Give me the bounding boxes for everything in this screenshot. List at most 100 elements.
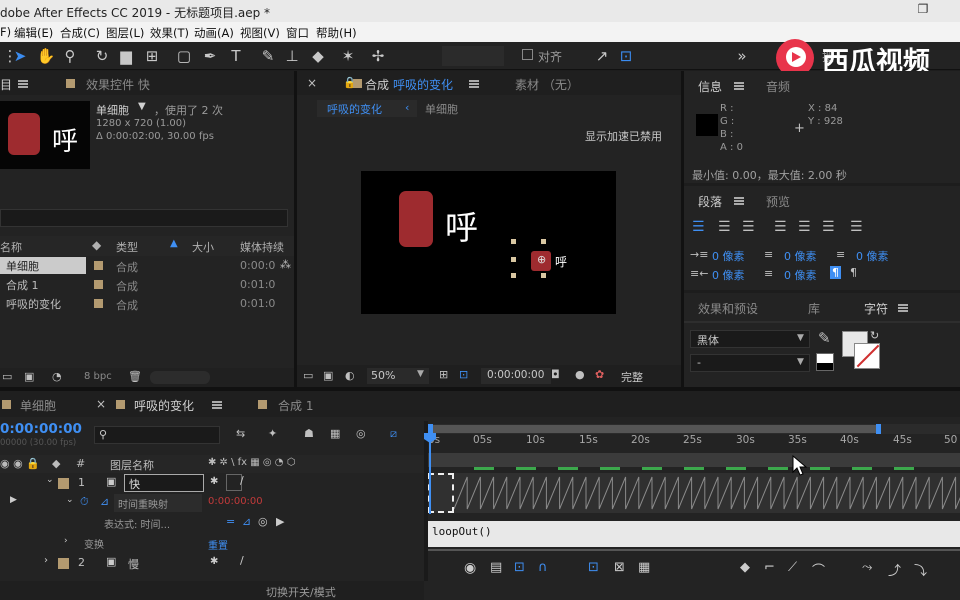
project-scrollbar[interactable] xyxy=(150,371,210,384)
list-item[interactable]: 呼吸的变化 合成 0:01:0 xyxy=(0,294,294,313)
expand-chevron-icon[interactable]: › xyxy=(64,536,68,546)
layer-label-color[interactable] xyxy=(58,478,69,489)
work-area-bar[interactable] xyxy=(428,424,960,434)
toggle-switches-modes[interactable]: 切换开关/模式 xyxy=(266,584,336,600)
table-row[interactable]: › 2 ▣ 慢 ✱ / xyxy=(0,553,424,573)
eyedropper-icon[interactable]: ✎ xyxy=(818,329,831,347)
col-media[interactable]: 媒体持续 xyxy=(240,239,284,255)
ltr-direction-icon[interactable]: ¶ xyxy=(830,266,841,279)
tab-paragraph[interactable]: 段落 xyxy=(698,193,722,210)
pan-behind-tool-icon[interactable]: ⊞ xyxy=(142,46,162,66)
preview-dropdown-icon[interactable]: ▼ xyxy=(138,101,146,112)
puppet-pin-tool-icon[interactable]: ✢ xyxy=(368,46,388,66)
tab-project[interactable]: 目 xyxy=(0,76,12,93)
flowchart-icon[interactable]: ⁂ xyxy=(280,258,291,271)
justify-center-icon[interactable]: ☰ xyxy=(798,219,811,235)
layer-name-column[interactable]: 图层名称 xyxy=(110,457,154,473)
graph-type-icon[interactable]: ▤ xyxy=(490,560,502,575)
toggle-transparency-icon[interactable]: ⊡ xyxy=(459,368,468,381)
keyframe-selection[interactable] xyxy=(428,473,454,513)
menu-file[interactable]: F) xyxy=(0,25,11,39)
layer-name[interactable]: 慢 xyxy=(128,556,139,572)
space-before-value[interactable]: 0 像素 xyxy=(784,248,817,264)
playhead[interactable] xyxy=(429,434,431,514)
comp-flow-icon[interactable]: ⇆ xyxy=(236,427,245,440)
interpret-icon[interactable]: ◔ xyxy=(52,370,62,383)
list-item[interactable]: 单细胞 合成 0:00:0 ⁂ xyxy=(0,256,294,275)
ease-in-icon[interactable]: ⤴ xyxy=(888,560,901,579)
layer-label-color[interactable] xyxy=(58,558,69,569)
motion-blur-icon[interactable]: ◎ xyxy=(356,427,366,440)
breadcrumb-active[interactable]: 呼吸的变化 xyxy=(327,101,382,117)
roto-brush-tool-icon[interactable]: ✶ xyxy=(338,46,358,66)
time-remap-graph[interactable] xyxy=(428,473,960,513)
language-menu-icon[interactable]: ▶ xyxy=(276,515,284,528)
restore-window-icon[interactable]: ❐ xyxy=(912,2,934,20)
draft-3d-icon[interactable]: ✦ xyxy=(268,427,277,440)
bpc-label[interactable]: 8 bpc xyxy=(84,371,112,382)
breadcrumb-child[interactable]: 单细胞 xyxy=(425,101,458,117)
time-remap-value[interactable]: 0:00:00:00 xyxy=(208,496,263,507)
expression-graph-icon[interactable]: ⊿ xyxy=(242,515,251,528)
zoom-tool-icon[interactable]: ⚲ xyxy=(60,46,80,66)
expand-chevron-icon[interactable]: ⌄ xyxy=(66,495,74,505)
close-tab-icon[interactable]: × xyxy=(96,397,106,411)
snap-feature-icon[interactable]: ⊡ xyxy=(616,46,636,66)
snap-checkbox[interactable] xyxy=(522,49,533,60)
menu-window[interactable]: 窗口 xyxy=(286,25,309,41)
label-tag-icon[interactable]: ◆ xyxy=(92,238,101,252)
expression-field[interactable]: loopOut() xyxy=(428,521,960,547)
mask-icon[interactable]: ◐ xyxy=(345,369,355,382)
clone-stamp-tool-icon[interactable]: ⊥ xyxy=(282,46,302,66)
sort-asc-icon[interactable]: ▲ xyxy=(170,238,178,249)
table-row[interactable]: ⌄ ⏱ ⊿ 时间重映射 0:00:00:00 ▶ xyxy=(0,493,424,513)
frame-blending-icon[interactable]: ▦ xyxy=(330,427,340,440)
justify-all-icon[interactable]: ☰ xyxy=(850,219,863,235)
comp-menu-icon[interactable] xyxy=(469,80,479,88)
play-arrow-icon[interactable]: ▶ xyxy=(10,495,17,505)
tab-effects-presets[interactable]: 效果和预设 xyxy=(698,300,758,317)
tab-footage[interactable]: 素材 （无） xyxy=(515,76,579,93)
col-name[interactable]: 名称 xyxy=(0,239,22,255)
expression-enable-icon[interactable]: = xyxy=(226,515,235,528)
table-row[interactable]: › 变换 重置 xyxy=(0,533,424,553)
ease-out-icon[interactable]: ⤵ xyxy=(914,560,927,579)
new-comp-icon[interactable]: ▣ xyxy=(24,370,34,383)
collapse-switch-icon[interactable]: ✱ xyxy=(210,556,218,567)
font-style-select[interactable]: - ▼ xyxy=(690,354,810,372)
menu-composition[interactable]: 合成(C) xyxy=(60,25,100,41)
graph-icon[interactable]: ⊿ xyxy=(100,495,109,508)
character-menu-icon[interactable] xyxy=(898,304,908,312)
stroke-color-swatch[interactable] xyxy=(854,343,880,369)
layer-name-field[interactable]: 快 xyxy=(124,474,204,492)
justify-right-icon[interactable]: ☰ xyxy=(822,219,835,235)
tab-info[interactable]: 信息 xyxy=(698,78,722,95)
swatch-white-black[interactable] xyxy=(816,353,834,371)
trash-icon[interactable]: 🗑 xyxy=(128,370,142,383)
table-row[interactable]: 表达式: 时间... = ⊿ ◎ ▶ xyxy=(0,513,424,533)
table-row[interactable]: ⌄ 1 ▣ 快 ✱ / xyxy=(0,473,424,493)
project-menu-icon[interactable] xyxy=(18,80,28,88)
snap-edge-icon[interactable]: ↗ xyxy=(592,46,612,66)
linear-icon[interactable]: ⟋ xyxy=(788,560,797,575)
rotate-tool-icon[interactable]: ↻ xyxy=(92,46,112,66)
collapse-switch-icon[interactable]: ✱ xyxy=(210,476,218,487)
indent-left-value[interactable]: 0 像素 xyxy=(712,248,745,264)
tab-single-cell[interactable]: 单细胞 xyxy=(20,397,56,414)
menu-layer[interactable]: 图层(L) xyxy=(106,25,144,41)
brush-tool-icon[interactable]: ✎ xyxy=(258,46,278,66)
tab-composition-name[interactable]: 呼吸的变化 xyxy=(393,76,453,93)
col-type[interactable]: 类型 xyxy=(116,239,138,255)
snap-icon[interactable]: ∩ xyxy=(538,560,548,575)
indent-right-value[interactable]: 0 像素 xyxy=(712,267,745,283)
fit-all-icon[interactable]: ⊠ xyxy=(614,560,625,575)
menu-view[interactable]: 视图(V) xyxy=(240,25,280,41)
align-center-icon[interactable]: ☰ xyxy=(718,219,731,235)
selected-layer-bounds[interactable]: 呼 ⊕ xyxy=(511,239,581,283)
fit-icon[interactable]: ⊞ xyxy=(439,368,448,381)
auto-bezier-icon[interactable]: ⌒ xyxy=(812,560,825,579)
quality-select[interactable]: 完整 xyxy=(621,369,643,385)
color-channels-icon[interactable]: ✿ xyxy=(595,368,604,381)
timeline-menu-icon[interactable] xyxy=(212,401,222,409)
eraser-tool-icon[interactable]: ◆ xyxy=(308,46,328,66)
